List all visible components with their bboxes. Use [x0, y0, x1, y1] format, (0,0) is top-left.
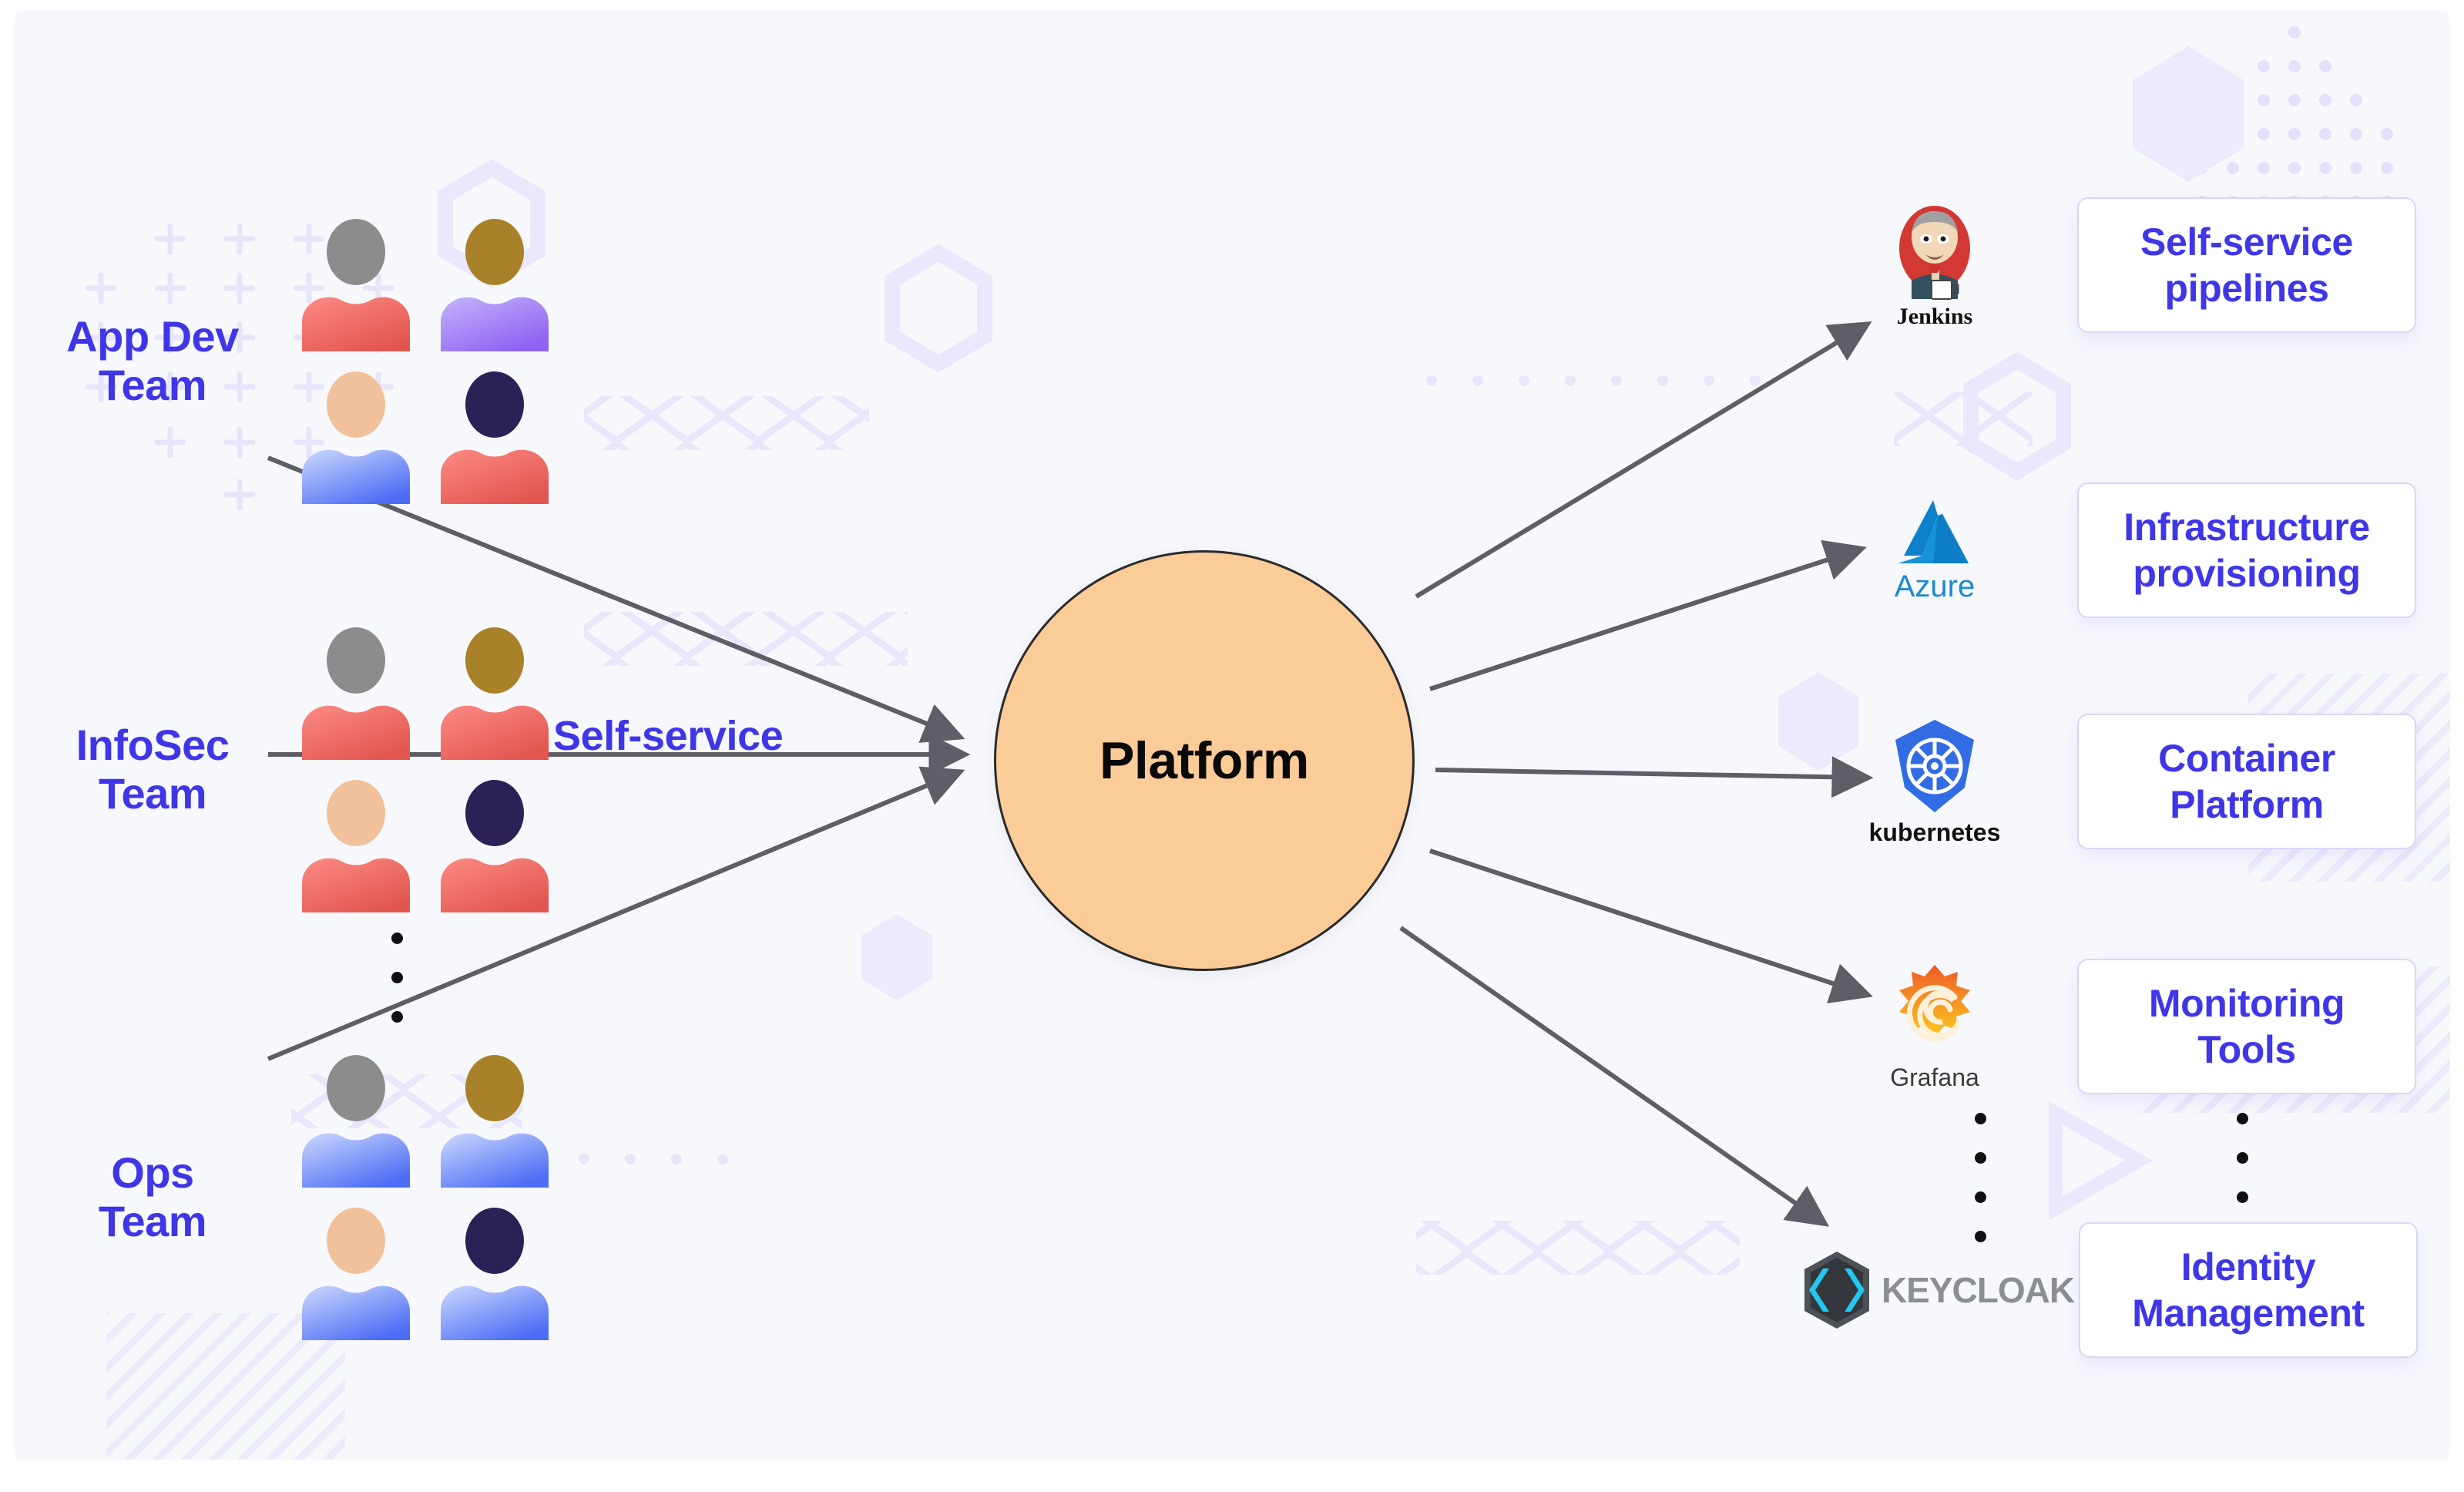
avatar-grid — [299, 219, 553, 504]
keycloak-logo-label: KEYCLOAK — [1881, 1270, 2075, 1310]
grafana-logo-icon — [1899, 964, 1970, 1041]
card-line-1: Infrastructure — [2123, 506, 2370, 549]
avatar-head-icon — [327, 1055, 385, 1121]
azure-logo-label: Azure — [1894, 569, 1976, 603]
person-avatar — [438, 627, 552, 760]
jenkins-logo-cell: Jenkins — [1838, 188, 2031, 342]
avatar-body-icon — [299, 291, 413, 351]
card-line-2: pipelines — [2164, 267, 2329, 310]
avatar-head-icon — [327, 1208, 385, 1274]
card-line-2: Tools — [2197, 1028, 2296, 1071]
avatar-body-icon — [438, 444, 552, 504]
play-triangle-decoration — [2049, 1101, 2153, 1221]
avatar-body-icon — [299, 852, 413, 912]
capability-row-keycloak: KEYCLOAK Identity Management — [1794, 1213, 2418, 1367]
team-label-app-dev: App Dev Team — [66, 312, 239, 409]
capability-row-azure: Azure Infrastructure provisioning — [1838, 473, 2416, 627]
card-line-2: provisioning — [2133, 552, 2361, 595]
avatar-head-icon — [465, 1208, 524, 1274]
person-avatar — [438, 780, 552, 912]
avatar-body-icon — [438, 700, 552, 760]
avatar-body-icon — [438, 852, 552, 912]
capability-card-identity-management[interactable]: Identity Management — [2079, 1222, 2418, 1358]
card-line-2: Platform — [2170, 783, 2324, 826]
team-ellipsis — [391, 932, 403, 1023]
avatar-head-icon — [327, 627, 385, 694]
azure-logo-cell: Azure — [1838, 473, 2031, 627]
keycloak-logo-icon — [1804, 1252, 1869, 1329]
capability-row-jenkins: Jenkins Self-service pipelines — [1838, 188, 2416, 342]
avatar-body-icon — [438, 1127, 552, 1188]
avatar-head-icon — [465, 627, 524, 694]
avatar-body-icon — [438, 291, 552, 351]
person-avatar — [438, 371, 552, 504]
person-avatar — [438, 1055, 552, 1188]
person-avatar — [299, 371, 413, 504]
self-service-flow-label: Self-service — [553, 713, 784, 759]
capability-card-self-service-pipelines[interactable]: Self-service pipelines — [2077, 197, 2416, 333]
card-line-1: Monitoring — [2148, 982, 2345, 1025]
kubernetes-logo-label: kubernetes — [1868, 818, 2001, 846]
consumer-group-app-dev: App Dev Team — [37, 219, 553, 504]
avatar-grid — [299, 1055, 553, 1340]
card-line-1: Container — [2158, 737, 2335, 780]
grafana-logo-cell: Grafana — [1838, 949, 2031, 1104]
avatar-head-icon — [327, 219, 385, 285]
person-avatar — [299, 1208, 413, 1340]
capability-card-container-platform[interactable]: Container Platform — [2077, 714, 2416, 849]
diagram-canvas: App Dev Team InfoSec Team Ops Team Self-… — [14, 11, 2450, 1460]
capability-row-kubernetes: kubernetes Container Platform — [1838, 704, 2416, 859]
avatar-head-icon — [327, 780, 385, 846]
capability-card-infrastructure-provisioning[interactable]: Infrastructure provisioning — [2077, 482, 2416, 618]
kubernetes-logo-icon — [1895, 719, 1974, 812]
avatar-head-icon — [465, 371, 524, 438]
tool-ellipsis-right — [2237, 1113, 2248, 1203]
person-avatar — [299, 219, 413, 351]
avatar-body-icon — [299, 700, 413, 760]
azure-logo-icon — [1898, 499, 1969, 563]
avatar-grid — [299, 627, 553, 912]
person-avatar — [299, 627, 413, 760]
consumer-group-ops: Ops Team — [37, 1055, 553, 1340]
platform-node[interactable]: Platform — [994, 550, 1415, 971]
grafana-logo-label: Grafana — [1890, 1063, 1979, 1091]
avatar-body-icon — [299, 1280, 413, 1340]
platform-node-label: Platform — [1099, 731, 1309, 790]
card-line-1: Self-service — [2140, 220, 2353, 264]
jenkins-logo-label: Jenkins — [1896, 304, 1973, 329]
avatar-body-icon — [299, 1127, 413, 1188]
avatar-head-icon — [465, 219, 524, 285]
person-avatar — [438, 219, 552, 351]
consumer-group-infosec: InfoSec Team — [37, 627, 553, 912]
jenkins-logo-icon — [1899, 206, 1970, 300]
card-line-1: Identity — [2180, 1245, 2316, 1289]
person-avatar — [299, 1055, 413, 1188]
kubernetes-logo-cell: kubernetes — [1838, 704, 2031, 859]
avatar-head-icon — [327, 371, 385, 438]
avatar-head-icon — [465, 780, 524, 846]
team-label-ops: Ops Team — [98, 1148, 207, 1245]
avatar-body-icon — [299, 444, 413, 504]
capability-card-monitoring-tools[interactable]: Monitoring Tools — [2077, 959, 2416, 1094]
card-line-2: Management — [2132, 1292, 2365, 1335]
person-avatar — [438, 1208, 552, 1340]
avatar-head-icon — [465, 1055, 524, 1121]
person-avatar — [299, 780, 413, 912]
capability-row-grafana: Grafana Monitoring Tools — [1838, 949, 2416, 1104]
team-label-infosec: InfoSec Team — [76, 721, 230, 818]
avatar-body-icon — [438, 1280, 552, 1340]
keycloak-logo-cell: KEYCLOAK — [1794, 1213, 2079, 1367]
